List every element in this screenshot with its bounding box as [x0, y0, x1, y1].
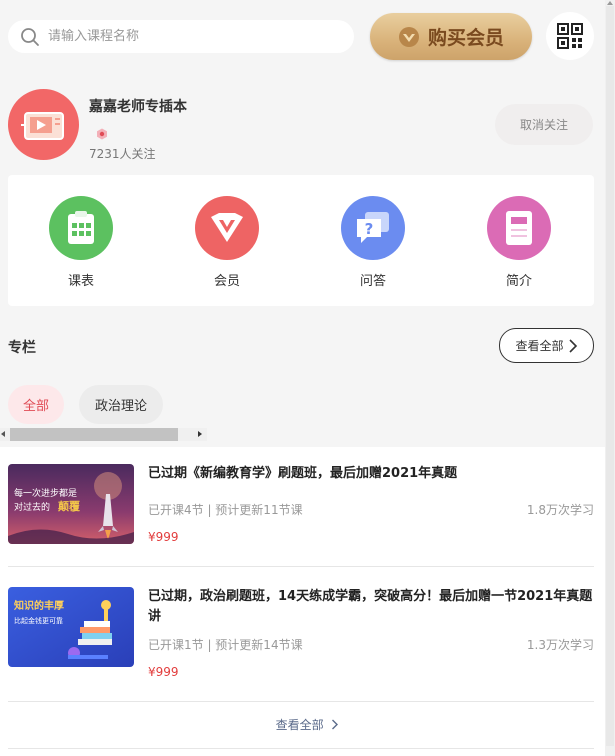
- view-all-link[interactable]: 查看全部: [0, 716, 615, 733]
- search-bar[interactable]: [8, 20, 354, 53]
- divider: [8, 701, 594, 702]
- divider: [8, 566, 594, 567]
- menu-label: 问答: [359, 274, 386, 289]
- scroll-right-arrow[interactable]: [198, 431, 202, 437]
- divider: [8, 748, 594, 749]
- course-thumbnail[interactable]: 知识的丰厚 比起金钱更可靠: [8, 587, 134, 667]
- svg-text:?: ?: [365, 220, 374, 238]
- buy-vip-button[interactable]: 购买会员: [370, 13, 532, 60]
- view-all-label: 查看全部: [515, 339, 564, 353]
- scrollbar-thumb[interactable]: [10, 428, 178, 441]
- menu-item-schedule[interactable]: 课表: [36, 196, 126, 289]
- poster-text: 比起金钱更可靠: [14, 616, 63, 625]
- horizontal-scrollbar[interactable]: [0, 428, 207, 441]
- avatar: [8, 89, 79, 160]
- course-title[interactable]: 已过期《新编教育学》刷题班，最后加赠2021年真题: [148, 464, 594, 484]
- qa-icon: ?: [357, 212, 389, 243]
- scrollbar-thumb[interactable]: [606, 6, 614, 746]
- menu-label: 简介: [505, 274, 532, 289]
- teacher-name: 嘉嘉老师专插本: [89, 99, 187, 115]
- qr-code-icon: [557, 23, 583, 49]
- video-player-icon: [20, 111, 64, 140]
- vip-icon: [211, 213, 243, 242]
- menu-item-qa[interactable]: ? 问答: [328, 196, 418, 289]
- scroll-up-arrow[interactable]: [607, 1, 613, 5]
- vip-crown-icon: [398, 26, 419, 47]
- rocket-poster-image: 每一次进步都是 对过去的 颠覆: [8, 464, 134, 544]
- badge-icon: [97, 128, 107, 140]
- search-icon: [21, 27, 39, 46]
- course-meta: 已开课1节 | 预计更新14节课: [148, 638, 303, 652]
- view-all-button[interactable]: 查看全部: [499, 328, 594, 363]
- poster-text: 知识的丰厚: [13, 599, 64, 612]
- menu-item-vip[interactable]: 会员: [182, 196, 272, 289]
- books-poster-image: 知识的丰厚 比起金钱更可靠: [8, 587, 134, 667]
- course-thumbnail[interactable]: 每一次进步都是 对过去的 颠覆: [8, 464, 134, 544]
- section-title: 专栏: [8, 340, 36, 356]
- follower-count: 7231人关注: [89, 147, 156, 161]
- chevron-right-icon: [568, 338, 577, 353]
- course-study-count: 1.8万次学习: [526, 503, 594, 517]
- intro-icon: [506, 211, 532, 245]
- calendar-icon: [68, 211, 94, 244]
- feature-menu: 课表 会员 ? 问答 简介: [8, 175, 594, 306]
- vertical-scrollbar[interactable]: [605, 0, 615, 756]
- search-input[interactable]: [46, 28, 330, 45]
- menu-item-intro[interactable]: 简介: [474, 196, 564, 289]
- course-price: ¥999: [148, 530, 179, 544]
- course-title[interactable]: 已过期，政治刷题班，14天练成学霸，突破高分！最后加赠一节2021年真题讲: [148, 587, 594, 627]
- tab-politics[interactable]: 政治理论: [79, 385, 163, 424]
- scroll-left-arrow[interactable]: [1, 431, 5, 437]
- course-meta: 已开课4节 | 预计更新11节课: [148, 503, 303, 517]
- unfollow-button[interactable]: 取消关注: [495, 104, 593, 145]
- tab-all[interactable]: 全部: [8, 385, 64, 424]
- buy-vip-label: 购买会员: [427, 27, 504, 49]
- course-study-count: 1.3万次学习: [526, 638, 594, 652]
- chevron-right-icon: [332, 719, 339, 730]
- qr-code-button[interactable]: [546, 12, 594, 60]
- poster-text: 颠覆: [57, 499, 81, 513]
- menu-label: 会员: [213, 274, 240, 289]
- menu-label: 课表: [67, 274, 94, 289]
- view-all-link-label: 查看全部: [275, 718, 324, 732]
- poster-text: 对过去的: [14, 501, 50, 513]
- course-price: ¥999: [148, 665, 179, 679]
- poster-text: 每一次进步都是: [14, 487, 77, 499]
